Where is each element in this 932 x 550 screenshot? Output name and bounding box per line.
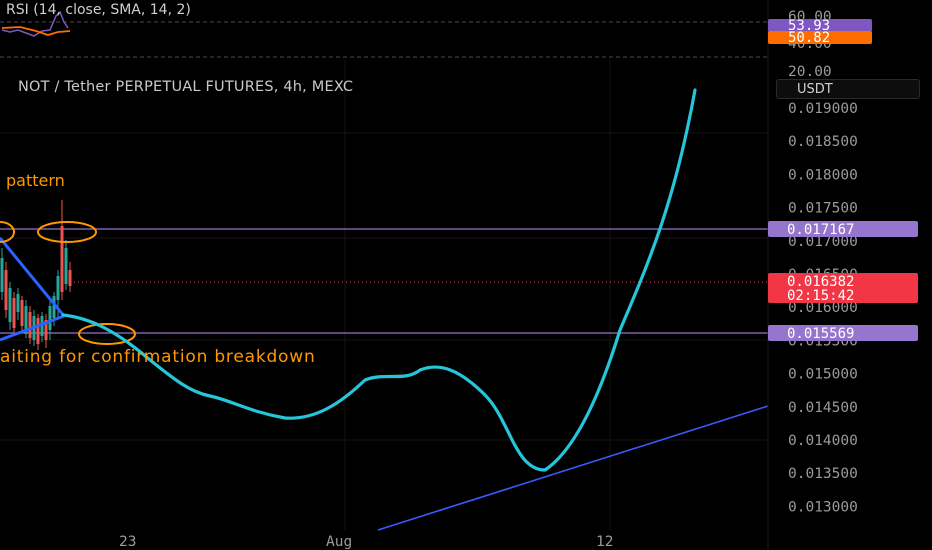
price-axis-label: 0.018000 (788, 167, 858, 183)
price-badge-lower-text: 0.015569 (787, 326, 854, 342)
price-axis-label: 0.013500 (788, 466, 858, 482)
candle-body (60, 226, 64, 292)
time-label-aug: Aug (326, 534, 352, 550)
price-axis-label: 0.018500 (788, 134, 858, 150)
rsi-panel (0, 10, 768, 58)
symbol-title[interactable]: NOT / Tether PERPETUAL FUTURES, 4h, MEXC (18, 79, 353, 95)
price-axis-label: 0.019000 (788, 101, 858, 117)
price-axis-label: 0.014000 (788, 433, 858, 449)
time-axis[interactable]: 23 Aug 12 (119, 534, 613, 550)
currency-button[interactable]: USDT (776, 79, 920, 99)
breakdown-annotation[interactable]: aiting for confirmation breakdown (0, 347, 316, 367)
candle-body (4, 270, 8, 310)
pattern-annotation[interactable]: pattern (6, 171, 65, 190)
ascending-trendline[interactable] (377, 405, 769, 531)
chart-root[interactable]: pattern aiting for confirmation breakdow… (0, 0, 932, 550)
price-axis-label: 0.017500 (788, 201, 858, 217)
pattern-circle-right[interactable] (37, 221, 97, 243)
price-badge-upper-text: 0.017167 (787, 222, 854, 238)
candle-body (20, 300, 24, 326)
price-axis-label: 0.013000 (788, 499, 858, 515)
grid (0, 60, 768, 530)
rsi-sma-text: 50.82 (788, 30, 830, 46)
price-axis[interactable]: 0.0190000.0185000.0180000.0175000.017000… (788, 101, 858, 515)
rsi-indicator-title[interactable]: RSI (14, close, SMA, 14, 2) (6, 2, 191, 18)
candle-body (56, 276, 60, 300)
candle-body (8, 288, 12, 322)
time-label-12: 12 (596, 534, 613, 550)
price-axis-label: 0.014500 (788, 400, 858, 416)
candle-body (48, 306, 52, 330)
candle-body (64, 248, 68, 284)
candle-body (12, 298, 16, 328)
candle-body (68, 270, 72, 286)
candle-body (36, 318, 40, 344)
candle-body (28, 312, 32, 338)
rsi-scale-20: 20.00 (788, 64, 832, 80)
countdown-text: 02:15:42 (787, 288, 854, 304)
candle-body (16, 294, 20, 312)
time-label-23: 23 (119, 534, 136, 550)
candle-body (0, 258, 4, 292)
projection-curve[interactable] (61, 88, 697, 472)
price-axis-label: 0.015000 (788, 367, 858, 383)
